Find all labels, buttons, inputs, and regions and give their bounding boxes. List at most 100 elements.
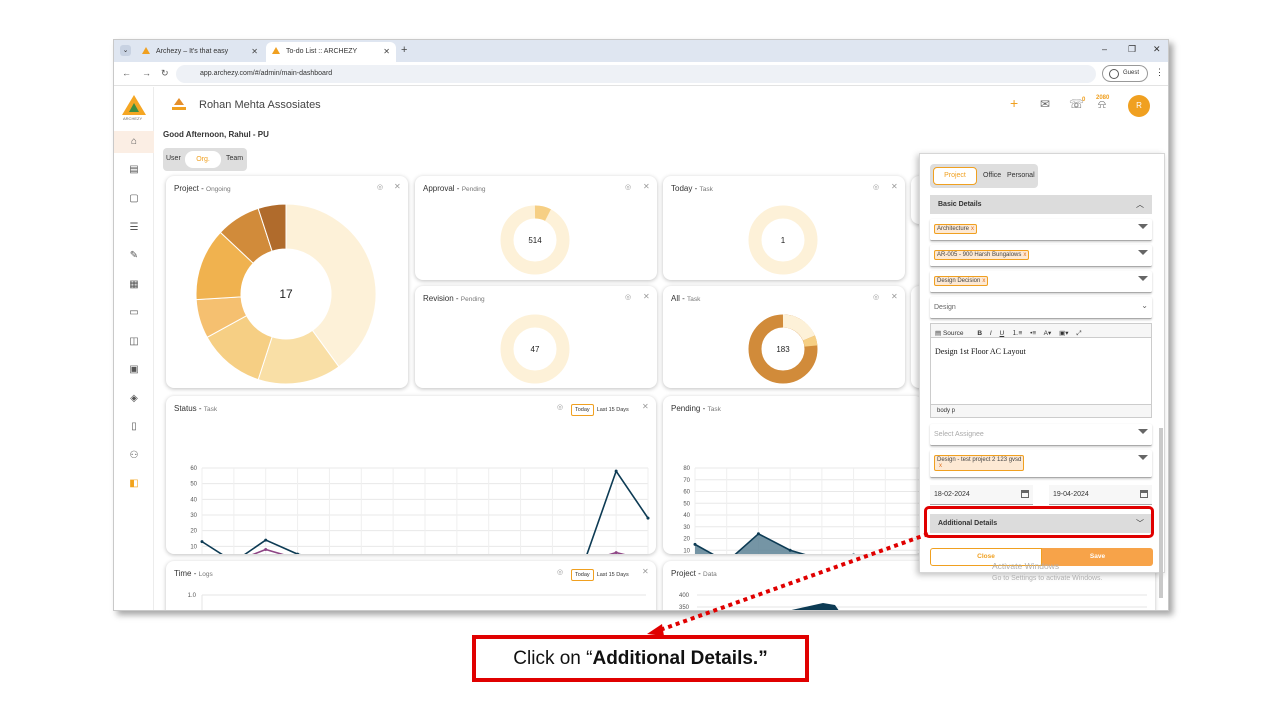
reload-icon[interactable]: ↻	[161, 68, 169, 79]
home-icon[interactable]: ⌂	[114, 131, 154, 153]
scrollbar[interactable]	[1159, 428, 1163, 598]
today-task-card: Today - Task ◎ ✕ 1	[663, 176, 905, 280]
list-icon[interactable]: ☰	[114, 217, 154, 239]
y-tick-label: 350	[679, 605, 690, 611]
editor-toolbar: ▤ Source B I U ⒈≡ •≡ A▾ ▣▾ ⤢	[931, 324, 1151, 338]
tab-search-icon[interactable]: ⌄	[120, 45, 131, 56]
y-tick-label: 50	[683, 501, 690, 507]
segment-org[interactable]: Org.	[185, 151, 221, 168]
browser-menu-icon[interactable]: ⋮	[1155, 67, 1164, 78]
browser-tab-2[interactable]: To-do List :: ARCHEZY ✕	[266, 42, 396, 62]
tab-personal[interactable]: Personal	[1007, 172, 1035, 179]
chip-remove-icon[interactable]: x	[982, 278, 985, 284]
address-bar: ← → ↻ app.archezy.com/#/admin/main-dashb…	[114, 62, 1168, 86]
date-value: 19-04-2024	[1053, 491, 1089, 498]
data-point	[264, 538, 268, 542]
avatar[interactable]: R	[1128, 95, 1150, 117]
task-icon[interactable]: ▢	[114, 188, 154, 210]
source-button[interactable]: ▤ Source	[935, 330, 970, 337]
folder-icon[interactable]: ▣	[114, 359, 154, 381]
new-tab-icon[interactable]: +	[401, 44, 407, 56]
dropdown-arrow-icon	[1138, 276, 1148, 281]
browser-tab-1[interactable]: Archezy – It's that easy ✕	[136, 42, 264, 62]
chip-remove-icon[interactable]: x	[1023, 252, 1026, 258]
bullet-list-icon[interactable]: •≡	[1030, 330, 1036, 337]
task-type-tabs: Project Office Personal	[930, 164, 1038, 188]
y-tick-label: 400	[679, 593, 690, 599]
italic-button[interactable]: I	[990, 330, 992, 337]
shield-icon[interactable]: ◈	[114, 388, 154, 410]
upgrade-icon[interactable]: ◧	[114, 473, 154, 495]
data-point	[646, 516, 650, 520]
close-window-icon[interactable]: ✕	[1153, 44, 1161, 55]
bold-button[interactable]: B	[977, 330, 982, 337]
minimize-icon[interactable]: –	[1102, 44, 1107, 54]
donut-center-value: 17	[279, 287, 293, 301]
tab-office[interactable]: Office	[983, 172, 1001, 179]
numbered-list-icon[interactable]: ⒈≡	[1012, 330, 1022, 337]
y-tick-label: 20	[190, 529, 197, 535]
revision-pending-card: Revision - Pending ◎ ✕ 47	[415, 286, 657, 388]
segment-user[interactable]: User	[166, 155, 181, 162]
data-point	[200, 540, 204, 544]
org-logo	[172, 98, 186, 110]
profile-button[interactable]: Guest	[1102, 65, 1148, 82]
basic-details-header[interactable]: Basic Details ︿	[930, 195, 1152, 214]
back-icon[interactable]: ←	[122, 68, 131, 78]
watermark-line-2: Go to Settings to activate Windows.	[992, 575, 1103, 582]
maximize-icon[interactable]: ⤢	[1076, 330, 1081, 337]
editor-path: body p	[931, 404, 1151, 417]
edit-icon[interactable]: ✎	[114, 245, 154, 267]
category-select[interactable]: Architecture x	[930, 219, 1152, 241]
donut-center-value: 514	[528, 236, 542, 245]
underline-button[interactable]: U	[1000, 330, 1005, 337]
bg-color-icon[interactable]: ▣▾	[1059, 330, 1068, 337]
approval-pending-card: Approval - Pending ◎ ✕ 514	[415, 176, 657, 280]
decision-select[interactable]: Design Decision x	[930, 271, 1152, 293]
document-icon[interactable]: ▯	[114, 416, 154, 438]
data-point	[614, 551, 618, 554]
close-tab-icon[interactable]: ✕	[251, 47, 258, 56]
workflow-select[interactable]: Design - test project 2 123 gvsd x	[930, 450, 1152, 478]
y-tick-label: 30	[190, 513, 197, 519]
end-date-field[interactable]: 19-04-2024	[1049, 485, 1152, 505]
forward-icon[interactable]: →	[142, 68, 151, 78]
y-tick-label: 60	[190, 466, 197, 472]
calendar-icon[interactable]	[1140, 490, 1148, 498]
description-editor: ▤ Source B I U ⒈≡ •≡ A▾ ▣▾ ⤢ Design 1st …	[930, 323, 1152, 418]
chip-label: Architecture	[937, 226, 970, 232]
y-tick-label: 40	[683, 513, 690, 519]
calendar-icon[interactable]	[1021, 490, 1029, 498]
add-icon[interactable]: +	[1010, 95, 1018, 111]
design-select[interactable]: Design ⌄	[930, 297, 1152, 319]
assignee-select[interactable]: Select Assignee	[930, 424, 1152, 446]
bag-icon[interactable]: ◫	[114, 331, 154, 353]
tab-project[interactable]: Project	[933, 167, 977, 185]
network-icon[interactable]: ⚇	[114, 445, 154, 467]
clipboard-icon[interactable]: ▤	[114, 159, 154, 181]
activate-windows-watermark: Activate Windows Go to Settings to activ…	[992, 561, 1103, 584]
project-select[interactable]: AR-005 - 900 Harsh Bungalows x	[930, 245, 1152, 267]
project-ongoing-card: Project - Ongoing ◎ ✕ 17	[166, 176, 408, 388]
y-tick-label: 70	[683, 478, 690, 484]
area-series	[695, 533, 803, 554]
approval-donut-chart: 514	[500, 205, 570, 275]
close-tab-icon[interactable]: ✕	[383, 47, 390, 56]
book-icon[interactable]: ▭	[114, 302, 154, 324]
dropdown-arrow-icon	[1138, 224, 1148, 229]
chevron-down-icon: ⌄	[1141, 301, 1148, 310]
segment-team[interactable]: Team	[226, 155, 243, 162]
donut-slice	[782, 314, 815, 341]
url-input[interactable]: app.archezy.com/#/admin/main-dashboard	[176, 65, 1096, 83]
start-date-field[interactable]: 18-02-2024	[930, 485, 1033, 505]
text-color-icon[interactable]: A▾	[1044, 330, 1052, 337]
chip-remove-icon[interactable]: x	[971, 226, 974, 232]
chip-label: Design - test project 2 123 gvsd	[937, 457, 1022, 463]
report-icon[interactable]: ▦	[114, 274, 154, 296]
editor-content[interactable]: Design 1st Floor AC Layout	[931, 338, 1151, 404]
chip-remove-icon[interactable]: x	[939, 463, 942, 469]
mail-icon[interactable]: ✉	[1040, 97, 1050, 111]
restore-icon[interactable]: ❐	[1128, 44, 1136, 55]
dropdown-arrow-icon	[1138, 250, 1148, 255]
data-point	[264, 547, 268, 551]
